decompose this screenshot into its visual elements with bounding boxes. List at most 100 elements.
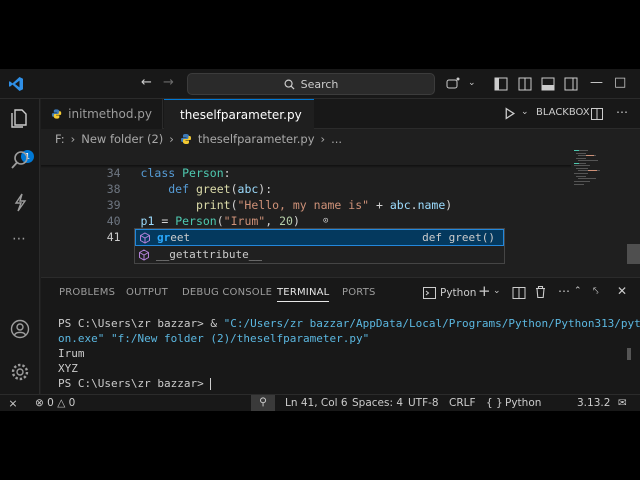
tab-initmethod[interactable]: initmethod.py bbox=[41, 99, 163, 129]
vscode-window: ← → Search ⌄ — □ 1 ⋯ initmethod.py these… bbox=[0, 69, 640, 411]
run-play-icon[interactable] bbox=[503, 107, 516, 120]
breadcrumb-drive[interactable]: F: bbox=[55, 132, 65, 146]
python-version[interactable]: 3.13.2 bbox=[577, 397, 610, 409]
title-bar: ← → Search ⌄ — □ bbox=[0, 69, 640, 99]
warning-icon: △ bbox=[57, 397, 66, 409]
method-cube-icon bbox=[140, 231, 150, 244]
cursor-position[interactable]: Ln 41, Col 6 bbox=[285, 397, 348, 409]
indentation[interactable]: Spaces: 4 bbox=[352, 397, 403, 409]
more-actions-icon[interactable]: ⋯ bbox=[616, 105, 628, 119]
remote-icon: ⨯ bbox=[8, 397, 18, 410]
breadcrumb-file[interactable]: theselfparameter.py bbox=[198, 132, 315, 146]
suggestion-detail: def greet() bbox=[422, 231, 495, 244]
mouse-ibeam-icon: ⊙ bbox=[323, 216, 329, 226]
search-label: Search bbox=[300, 77, 339, 91]
maximize-panel-icon[interactable]: ⤣ bbox=[593, 286, 599, 297]
search-icon[interactable] bbox=[9, 149, 31, 171]
tab-label: initmethod.py bbox=[68, 107, 152, 121]
sticky-scroll-line[interactable]: 34 class Person: bbox=[41, 149, 571, 180]
terminal-line: on.exe" "f:/New folder (2)/theselfparame… bbox=[58, 332, 370, 345]
terminal-line: Irum bbox=[58, 347, 85, 360]
tab-theselfparameter[interactable]: theselfparameter.py bbox=[164, 99, 314, 129]
tab-output[interactable]: OUTPUT bbox=[126, 287, 168, 298]
search-icon bbox=[284, 79, 295, 90]
suggestion-rest: eet bbox=[170, 231, 191, 244]
line-number: 41 bbox=[106, 230, 121, 244]
language-braces[interactable]: { } bbox=[486, 397, 503, 409]
tab-debug-console[interactable]: DEBUG CONSOLE bbox=[182, 287, 272, 298]
terminal-line: XYZ bbox=[58, 362, 78, 375]
panel-tabs: PROBLEMS OUTPUT DEBUG CONSOLE TERMINAL P… bbox=[41, 278, 640, 308]
split-editor-icon[interactable] bbox=[590, 107, 604, 121]
trash-icon[interactable] bbox=[534, 285, 547, 299]
encoding[interactable]: UTF-8 bbox=[408, 397, 439, 409]
notifications-bell-icon[interactable]: ✉ bbox=[618, 397, 627, 409]
code-line-current[interactable]: 41p1.gr bbox=[41, 213, 571, 244]
split-terminal-icon[interactable] bbox=[512, 286, 526, 300]
tab-problems[interactable]: PROBLEMS bbox=[59, 287, 115, 298]
python-file-icon bbox=[180, 134, 191, 144]
forward-arrow-icon[interactable]: → bbox=[163, 75, 174, 90]
minimap-preview bbox=[574, 150, 600, 185]
tab-terminal[interactable]: TERMINAL bbox=[277, 287, 330, 302]
chevron-down-icon[interactable]: ⌄ bbox=[468, 78, 476, 88]
editor-tabs: initmethod.py theselfparameter.py ⌄ BLAC… bbox=[41, 99, 640, 129]
suggestion-getattribute[interactable]: __getattribute__ bbox=[135, 246, 504, 263]
suggestion-greet[interactable]: gr eet def greet() bbox=[135, 229, 504, 246]
back-arrow-icon[interactable]: ← bbox=[141, 75, 152, 90]
terminal-scrollbar[interactable] bbox=[627, 348, 631, 360]
language-mode[interactable]: Python bbox=[505, 397, 541, 409]
layout-secondary-icon[interactable] bbox=[563, 76, 579, 92]
layout-sidebar-icon[interactable] bbox=[493, 76, 509, 92]
panel-chevron-icon[interactable]: ⌃ bbox=[574, 286, 582, 296]
problems-indicator[interactable]: ⊗ 0 △ 0 bbox=[35, 397, 75, 409]
run-chevron-icon[interactable]: ⌄ bbox=[521, 107, 529, 117]
blackbox-button[interactable]: BLACKBOX bbox=[536, 107, 590, 118]
layout-editor-icon[interactable] bbox=[517, 76, 533, 92]
breadcrumb: F: › New folder (2) › theselfparameter.p… bbox=[41, 129, 640, 149]
suggestion-match: gr bbox=[157, 231, 171, 244]
terminal-line: PS C:\Users\zr bazzar> & "C:/Users/zr ba… bbox=[58, 317, 640, 330]
terminal-cursor bbox=[210, 378, 212, 390]
error-icon: ⊗ bbox=[35, 397, 44, 409]
terminal-dropdown-icon[interactable]: ⌄ bbox=[493, 286, 501, 296]
command-center-search[interactable]: Search bbox=[187, 73, 435, 95]
maximize-icon[interactable]: □ bbox=[614, 75, 626, 90]
panel-more-icon[interactable]: ⋯ bbox=[558, 284, 570, 298]
close-panel-icon[interactable]: ✕ bbox=[617, 284, 627, 298]
status-bar: ⨯ ⊗ 0 △ 0 ⚲ Ln 41, Col 6 Spaces: 4 UTF-8… bbox=[0, 394, 640, 411]
autocomplete-widget[interactable]: gr eet def greet() __getattribute__ bbox=[134, 228, 505, 264]
activity-bar: 1 ⋯ bbox=[0, 99, 40, 394]
code-line[interactable]: 40 p1 = Person("Irum", 20) bbox=[41, 197, 571, 228]
method-cube-icon bbox=[139, 248, 149, 261]
minimize-icon[interactable]: — bbox=[590, 75, 603, 90]
breadcrumb-symbol[interactable]: ... bbox=[331, 132, 342, 146]
settings-gear-icon[interactable] bbox=[9, 361, 31, 383]
explorer-files-icon[interactable] bbox=[9, 107, 31, 129]
tab-ports[interactable]: PORTS bbox=[342, 287, 376, 298]
code-line[interactable]: 39 print("Hello, my name is" + abc.name) bbox=[41, 181, 571, 212]
terminal-icon bbox=[423, 287, 436, 299]
terminal-output[interactable]: PS C:\Users\zr bazzar> & "C:/Users/zr ba… bbox=[58, 316, 640, 391]
line-ending[interactable]: CRLF bbox=[449, 397, 476, 409]
remote-indicator[interactable]: ⨯ bbox=[0, 395, 26, 411]
toggle-panel-icon[interactable] bbox=[540, 76, 556, 92]
bottom-panel: PROBLEMS OUTPUT DEBUG CONSOLE TERMINAL P… bbox=[41, 277, 640, 394]
breadcrumb-folder[interactable]: New folder (2) bbox=[81, 132, 163, 146]
code-line[interactable]: 38 def greet(abc): bbox=[41, 165, 571, 196]
account-icon[interactable] bbox=[9, 318, 31, 340]
tab-label: theselfparameter.py bbox=[180, 107, 302, 122]
more-views-icon[interactable]: ⋯ bbox=[12, 231, 26, 247]
vscode-logo-icon bbox=[9, 77, 23, 91]
editor-scrollbar-thumb[interactable] bbox=[627, 244, 640, 264]
source-control-icon[interactable] bbox=[9, 191, 31, 213]
new-terminal-icon[interactable]: + bbox=[478, 282, 491, 300]
copilot-chat-icon[interactable] bbox=[445, 76, 461, 92]
zoom-search-icon[interactable]: ⚲ bbox=[251, 395, 275, 411]
chevron-right-icon: › bbox=[320, 132, 326, 146]
python-file-icon bbox=[51, 109, 62, 119]
suggestion-label: __getattribute__ bbox=[156, 248, 262, 261]
chevron-right-icon: › bbox=[70, 132, 76, 146]
terminal-shell-label[interactable]: Python bbox=[440, 287, 476, 299]
terminal-line: PS C:\Users\zr bazzar> bbox=[58, 377, 212, 390]
